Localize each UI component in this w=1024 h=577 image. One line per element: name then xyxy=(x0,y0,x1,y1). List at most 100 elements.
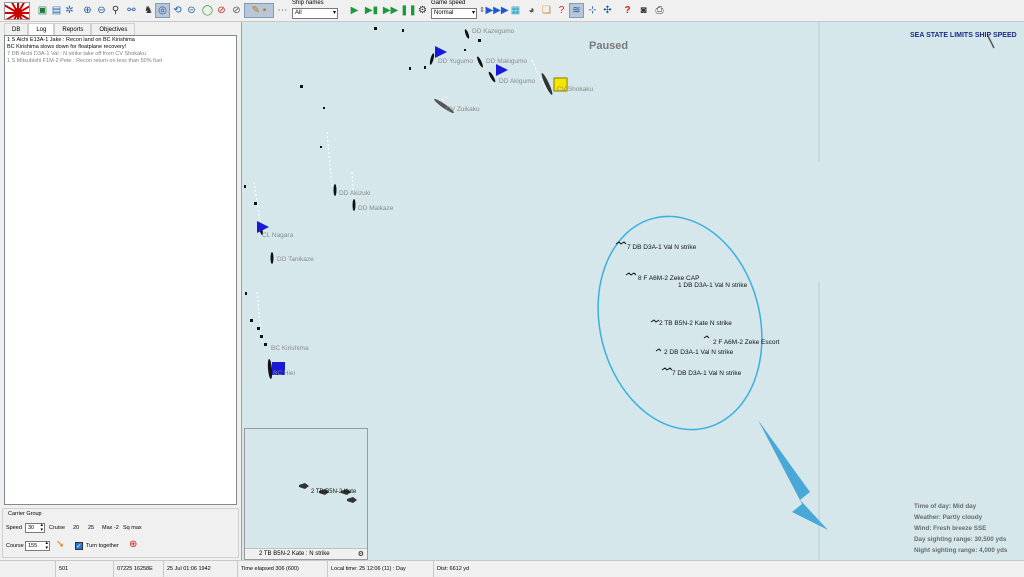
course-stepper[interactable]: 155 ▴ ▾ xyxy=(25,541,50,551)
turn-together-label: Turn together xyxy=(86,543,119,549)
weather-icon[interactable]: ≋ xyxy=(569,3,584,18)
print-icon[interactable]: ⎙ xyxy=(652,3,667,18)
pencil-icon[interactable]: ✎ ▪ xyxy=(244,3,274,18)
strike-label[interactable]: 1 DB D3A-1 Val N strike xyxy=(678,282,747,289)
strike-label[interactable]: 2 DB D3A-1 Val N strike xyxy=(664,349,733,356)
cruise-value[interactable]: 20 xyxy=(73,525,79,531)
tactical-map[interactable]: Paused SEA STATE LIMITS SHIP SPEED DD Ka… xyxy=(241,22,1024,560)
globe-icon[interactable]: ◕ xyxy=(524,3,539,18)
ship-label-maikaze[interactable]: DD Maikaze xyxy=(358,205,393,212)
paused-indicator: Paused xyxy=(589,40,629,52)
carrier-group-title: Carrier Group xyxy=(8,511,42,517)
route-icon[interactable]: ⊹ xyxy=(585,3,600,18)
camera-icon[interactable]: ◙ xyxy=(636,3,651,18)
docs-icon[interactable]: ❏ xyxy=(539,3,554,18)
settings-icon[interactable]: ✲ xyxy=(62,3,77,18)
strike-label[interactable]: 2 TB B5N-2 Kate N strike xyxy=(659,320,732,327)
ship-label-hiei[interactable]: BC Hiei xyxy=(273,370,295,377)
rising-sun-flag-icon xyxy=(4,2,30,20)
save-icon[interactable]: ▣ xyxy=(35,3,50,18)
ship-label-kazegumo[interactable]: DD Kazegumo xyxy=(472,28,514,35)
status-local-time: Local time: 25 12:06 (11) : Day xyxy=(327,561,433,577)
tab-objectives[interactable]: Objectives xyxy=(91,23,136,35)
ship-names-label: Ship names xyxy=(292,0,324,6)
ship-label-yugumo[interactable]: DD Yugumo xyxy=(438,58,473,65)
strike-label[interactable]: 8 F A6M-2 Zeke CAP xyxy=(638,275,699,282)
day-sighting-range: Day sighting range: 30,500 yds xyxy=(914,536,1007,543)
minimap[interactable]: 2 TB B5N-2 Kate 2 TB B5N-2 Kate : N stri… xyxy=(244,428,368,560)
ship-label-makigumo[interactable]: DD Makigumo xyxy=(486,58,527,65)
speed-25-value[interactable]: 25 xyxy=(88,525,94,531)
zoom-out-icon[interactable]: ⊖ xyxy=(94,3,109,18)
weather: Weather: Partly cloudy xyxy=(914,514,983,521)
log-entry: 1 S Mitsubishi F1M-2 Pete : Recon return… xyxy=(7,58,162,64)
log-entry: BC Kirishima slows down for floatplane r… xyxy=(7,44,127,50)
step-icon[interactable]: ▶▮ xyxy=(364,3,379,18)
tab-db[interactable]: DB xyxy=(4,23,29,35)
compass-icon[interactable]: ⊘ xyxy=(229,3,244,18)
chart-icon[interactable]: ▦ xyxy=(508,3,523,18)
ship-label-nagara[interactable]: CL Nagara xyxy=(262,232,293,239)
status-elapsed: Time elapsed 306 (600) xyxy=(237,561,327,577)
gear-icon[interactable]: ⚙ xyxy=(415,3,430,18)
spinner-icon: ▴ ▾ xyxy=(45,540,48,551)
carrier-group-panel: Carrier Group Speed 30 ▴ ▾ Cruise 20 25 Ma… xyxy=(2,508,239,558)
minimap-settings-icon[interactable]: ⚙ xyxy=(358,550,364,558)
time-of-day: Time of day: Mid day xyxy=(914,503,977,510)
speed-label: Speed xyxy=(6,525,22,531)
ship-label-zuikaku[interactable]: CV Zuikaku xyxy=(446,106,480,113)
chevron-down-icon: ▾ xyxy=(471,10,475,16)
game-speed-select[interactable]: Normal ▾ xyxy=(431,8,477,19)
strike-label[interactable]: 7 DB D3A-1 Val N strike xyxy=(672,370,741,377)
strike-label[interactable]: 7 DB D3A-1 Val N strike xyxy=(627,244,696,251)
ship-label-akigumo[interactable]: DD Akigumo xyxy=(499,78,535,85)
zoom-in-icon[interactable]: ⊕ xyxy=(80,3,95,18)
blue-flag-icon xyxy=(496,64,508,76)
minimap-caption: 2 TB B5N-2 Kate : N strike xyxy=(245,548,367,559)
question-icon[interactable]: ? xyxy=(620,3,635,18)
sq-max-label[interactable]: Sq max xyxy=(123,525,142,531)
task-force-icon[interactable]: ♞ xyxy=(141,3,156,18)
left-tabs: DB Log Reports Objectives xyxy=(4,23,136,35)
ring-icon[interactable]: ◎ xyxy=(155,3,170,18)
red-circle-icon[interactable]: ⊘ xyxy=(214,3,229,18)
status-distance: Dist: 6612 yd xyxy=(433,561,513,577)
target-icon[interactable]: ⊕ xyxy=(129,539,137,550)
help-icon[interactable]: ? xyxy=(554,3,569,18)
network-icon[interactable]: ✣ xyxy=(600,3,615,18)
callout-arrow-icon xyxy=(758,420,828,530)
play-icon[interactable]: ▶ xyxy=(347,3,362,18)
minus-circle-icon[interactable]: ⊝ xyxy=(184,3,199,18)
green-circle-icon[interactable]: ◯ xyxy=(200,3,215,18)
log-entry: 1 S Aichi E13A-1 Jake : Recon land on BC… xyxy=(7,37,135,43)
night-sighting-range: Night sighting range: 4,000 yds xyxy=(914,547,1008,554)
pause-icon[interactable]: ❚❚ xyxy=(400,3,417,18)
spinner-icon: ▴ ▾ xyxy=(40,522,43,533)
turn-together-checkbox[interactable]: ✓ xyxy=(75,542,83,550)
minimap-label: 2 TB B5N-2 Kate xyxy=(311,489,357,495)
left-panel: DB Log Reports Objectives 1 S Aichi E13A… xyxy=(0,22,241,560)
tab-log[interactable]: Log xyxy=(28,23,55,35)
log-list[interactable]: 1 S Aichi E13A-1 Jake : Recon land on BC… xyxy=(4,35,237,505)
link-icon[interactable]: ⚯ xyxy=(124,3,139,18)
blue-flag-icon xyxy=(435,46,447,58)
wind: Wind: Fresh breeze SSE xyxy=(914,525,987,532)
tab-reports[interactable]: Reports xyxy=(54,23,92,35)
ship-label-kirishima[interactable]: BC Kirishima xyxy=(271,345,309,352)
fastest-icon[interactable]: ▶▶▶ xyxy=(485,3,508,18)
ship-label-akizuki[interactable]: DD Akizuki xyxy=(339,190,370,197)
magnify-icon[interactable]: ⚲ xyxy=(108,3,123,18)
ship-names-select[interactable]: All ▾ xyxy=(292,8,338,19)
heading-arrow-icon[interactable]: ➘ xyxy=(56,539,64,550)
circle-arrow-icon[interactable]: ⟲ xyxy=(170,3,185,18)
sea-state-warning: SEA STATE LIMITS SHIP SPEED xyxy=(910,32,1017,39)
toolbar: ▣ ▤ ✲ ⊕ ⊖ ⚲ ⚯ ♞ ◎ ⟲ ⊝ ◯ ⊘ ⊘ ✎ ▪ ⋯ Ship n… xyxy=(0,0,1024,22)
dots-icon[interactable]: ⋯ xyxy=(275,3,290,18)
max-label[interactable]: Max -2 xyxy=(102,525,119,531)
status-bar: 501 07225 16258E 25 Jul 01:06 1942 Time … xyxy=(0,560,1024,577)
ship-label-tanikaze[interactable]: DD Tanikaze xyxy=(277,256,314,263)
strike-label[interactable]: 2 F A6M-2 Zeke Escort xyxy=(713,339,779,346)
speed-stepper[interactable]: 30 ▴ ▾ xyxy=(25,523,45,533)
ship-label-shokaku[interactable]: CV Shokaku xyxy=(557,86,593,93)
fast-forward-icon[interactable]: ▶▶ xyxy=(383,3,398,18)
